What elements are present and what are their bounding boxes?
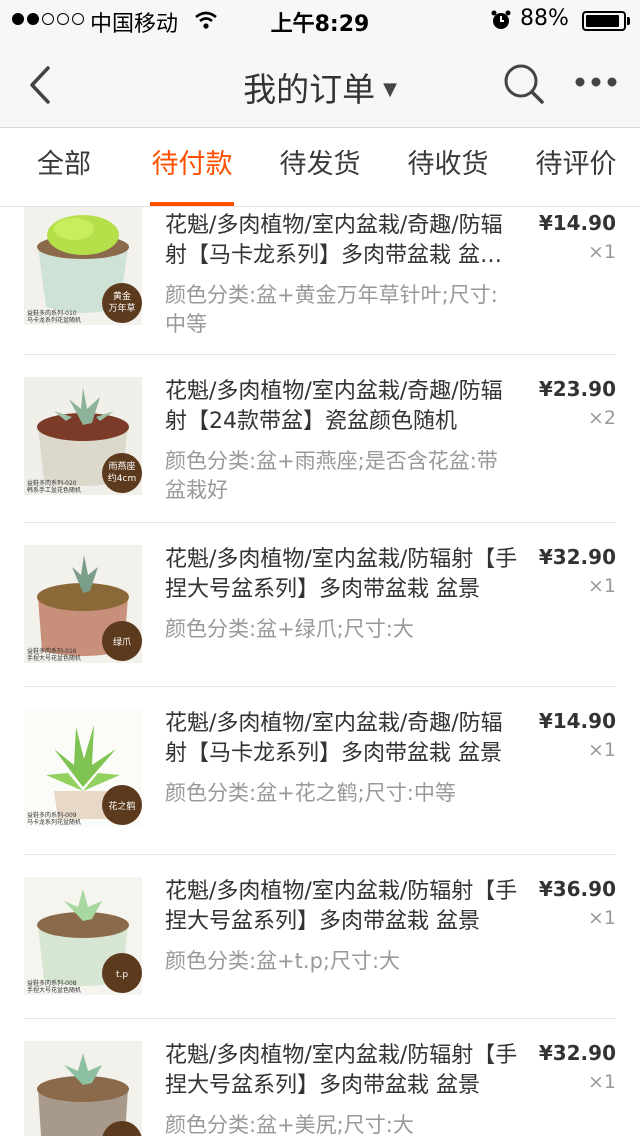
- tab-pending-shipment[interactable]: 待发货: [256, 128, 384, 206]
- order-tabs: 全部 待付款 待发货 待收货 待评价: [0, 128, 640, 207]
- order-item[interactable]: 花之鹤 益鞋多肉系列-009 马卡龙系列花盆随机 花魁/多肉植物/室内盆栽/奇趣…: [0, 687, 640, 855]
- product-title: 花魁/多肉植物/室内盆栽/防辐射【手捏大号盆系列】多肉带盆栽 盆景: [165, 1043, 518, 1098]
- product-spec: 颜色分类:盆+绿爪;尺寸:大: [165, 617, 414, 641]
- svg-text:益鞋多肉系列-009: 益鞋多肉系列-009: [27, 811, 77, 819]
- svg-text:万年草: 万年草: [108, 302, 135, 314]
- product-quantity: ×1: [587, 907, 616, 929]
- svg-text:马卡龙系列花盆随机: 马卡龙系列花盆随机: [27, 818, 81, 826]
- battery-icon: [582, 11, 626, 31]
- product-title: 花魁/多肉植物/室内盆栽/奇趣/防辐射【马卡龙系列】多肉带盆栽 盆景 万年草: [165, 213, 503, 268]
- product-price: ¥32.90: [538, 545, 616, 569]
- page-title: 我的订单: [243, 70, 376, 109]
- svg-text:花之鹤: 花之鹤: [108, 800, 135, 812]
- svg-text:益鞋多肉系列-020: 益鞋多肉系列-020: [27, 479, 77, 487]
- svg-text:约4cm: 约4cm: [108, 472, 136, 484]
- product-quantity: ×2: [587, 407, 616, 429]
- svg-text:黄金: 黄金: [113, 290, 131, 302]
- product-quantity: ×1: [587, 241, 616, 263]
- svg-text:益鞋多肉系列-008: 益鞋多肉系列-008: [27, 979, 77, 987]
- product-spec: 颜色分类:盆+花之鹤;尺寸:中等: [165, 781, 456, 805]
- svg-text:益鞋多肉系列-016: 益鞋多肉系列-016: [27, 647, 77, 655]
- product-price: ¥14.90: [538, 211, 616, 235]
- order-list: 黄金 万年草 益鞋多肉系列-010 马卡龙系列花盆随机 花魁/多肉植物/室内盆栽…: [0, 207, 640, 1136]
- product-title: 花魁/多肉植物/室内盆栽/奇趣/防辐射【24款带盆】瓷盆颜色随机: [165, 379, 503, 434]
- battery-percent: 88%: [520, 6, 569, 31]
- navigation-bar: 我的订单 ▼: [0, 40, 640, 128]
- active-tab-indicator: [150, 202, 234, 206]
- svg-text:雨燕座: 雨燕座: [108, 460, 135, 472]
- product-spec: 颜色分类:盆+t.p;尺寸:大: [165, 949, 401, 973]
- tab-pending-review[interactable]: 待评价: [512, 128, 640, 206]
- product-spec: 颜色分类:盆+美尻;尺寸:大: [165, 1113, 414, 1136]
- svg-text:马卡龙系列花盆随机: 马卡龙系列花盆随机: [27, 316, 81, 324]
- product-title: 花魁/多肉植物/室内盆栽/奇趣/防辐射【马卡龙系列】多肉带盆栽 盆景: [165, 711, 503, 766]
- product-quantity: ×1: [587, 739, 616, 761]
- product-spec: 颜色分类:盆+雨燕座;是否含花盆:带盆栽好: [165, 449, 498, 502]
- order-item[interactable]: 绿爪 益鞋多肉系列-016 手捏大号花盆色随机 花魁/多肉植物/室内盆栽/防辐射…: [0, 523, 640, 687]
- product-price: ¥23.90: [538, 377, 616, 401]
- product-spec: 颜色分类:盆+黄金万年草针叶;尺寸:中等: [165, 283, 498, 336]
- svg-text:手捏大号花盆色随机: 手捏大号花盆色随机: [27, 986, 81, 994]
- status-bar: 中国移动 上午8:29 88%: [0, 0, 640, 40]
- more-icon[interactable]: [574, 72, 618, 92]
- alarm-icon: [491, 10, 511, 29]
- product-quantity: ×1: [587, 1071, 616, 1093]
- product-title: 花魁/多肉植物/室内盆栽/防辐射【手捏大号盆系列】多肉带盆栽 盆景: [165, 547, 518, 602]
- svg-text:韩系手工盆花色随机: 韩系手工盆花色随机: [27, 486, 81, 494]
- order-item[interactable]: 雨燕座 约4cm 益鞋多肉系列-020 韩系手工盆花色随机 花魁/多肉植物/室内…: [0, 355, 640, 523]
- caret-down-icon: ▼: [383, 79, 397, 100]
- product-price: ¥32.90: [538, 1041, 616, 1065]
- product-image[interactable]: 黄金 万年草 益鞋多肉系列-010 马卡龙系列花盆随机: [24, 207, 142, 325]
- order-item[interactable]: t.p 益鞋多肉系列-008 手捏大号花盆色随机 花魁/多肉植物/室内盆栽/防辐…: [0, 855, 640, 1019]
- tab-pending-receipt[interactable]: 待收货: [384, 128, 512, 206]
- product-price: ¥14.90: [538, 709, 616, 733]
- tab-pending-payment[interactable]: 待付款: [128, 128, 256, 206]
- order-item[interactable]: 美尻 花魁/多肉植物/室内盆栽/防辐射【手捏大号盆系列】多肉带盆栽 盆景 颜色分…: [0, 1019, 640, 1136]
- product-image[interactable]: t.p 益鞋多肉系列-008 手捏大号花盆色随机: [24, 877, 142, 995]
- svg-text:绿爪: 绿爪: [113, 636, 131, 648]
- product-image[interactable]: 雨燕座 约4cm 益鞋多肉系列-020 韩系手工盆花色随机: [24, 377, 142, 495]
- order-item[interactable]: 黄金 万年草 益鞋多肉系列-010 马卡龙系列花盆随机 花魁/多肉植物/室内盆栽…: [0, 207, 640, 355]
- product-quantity: ×1: [587, 575, 616, 597]
- product-image[interactable]: 美尻: [24, 1041, 142, 1136]
- product-image[interactable]: 绿爪 益鞋多肉系列-016 手捏大号花盆色随机: [24, 545, 142, 663]
- product-title: 花魁/多肉植物/室内盆栽/防辐射【手捏大号盆系列】多肉带盆栽 盆景: [165, 879, 518, 934]
- search-icon[interactable]: [502, 62, 546, 106]
- product-image[interactable]: 花之鹤 益鞋多肉系列-009 马卡龙系列花盆随机: [24, 709, 142, 827]
- tab-all[interactable]: 全部: [0, 128, 128, 206]
- svg-text:t.p: t.p: [116, 970, 128, 980]
- svg-text:手捏大号花盆色随机: 手捏大号花盆色随机: [27, 654, 81, 662]
- product-price: ¥36.90: [538, 877, 616, 901]
- svg-text:益鞋多肉系列-010: 益鞋多肉系列-010: [27, 309, 77, 317]
